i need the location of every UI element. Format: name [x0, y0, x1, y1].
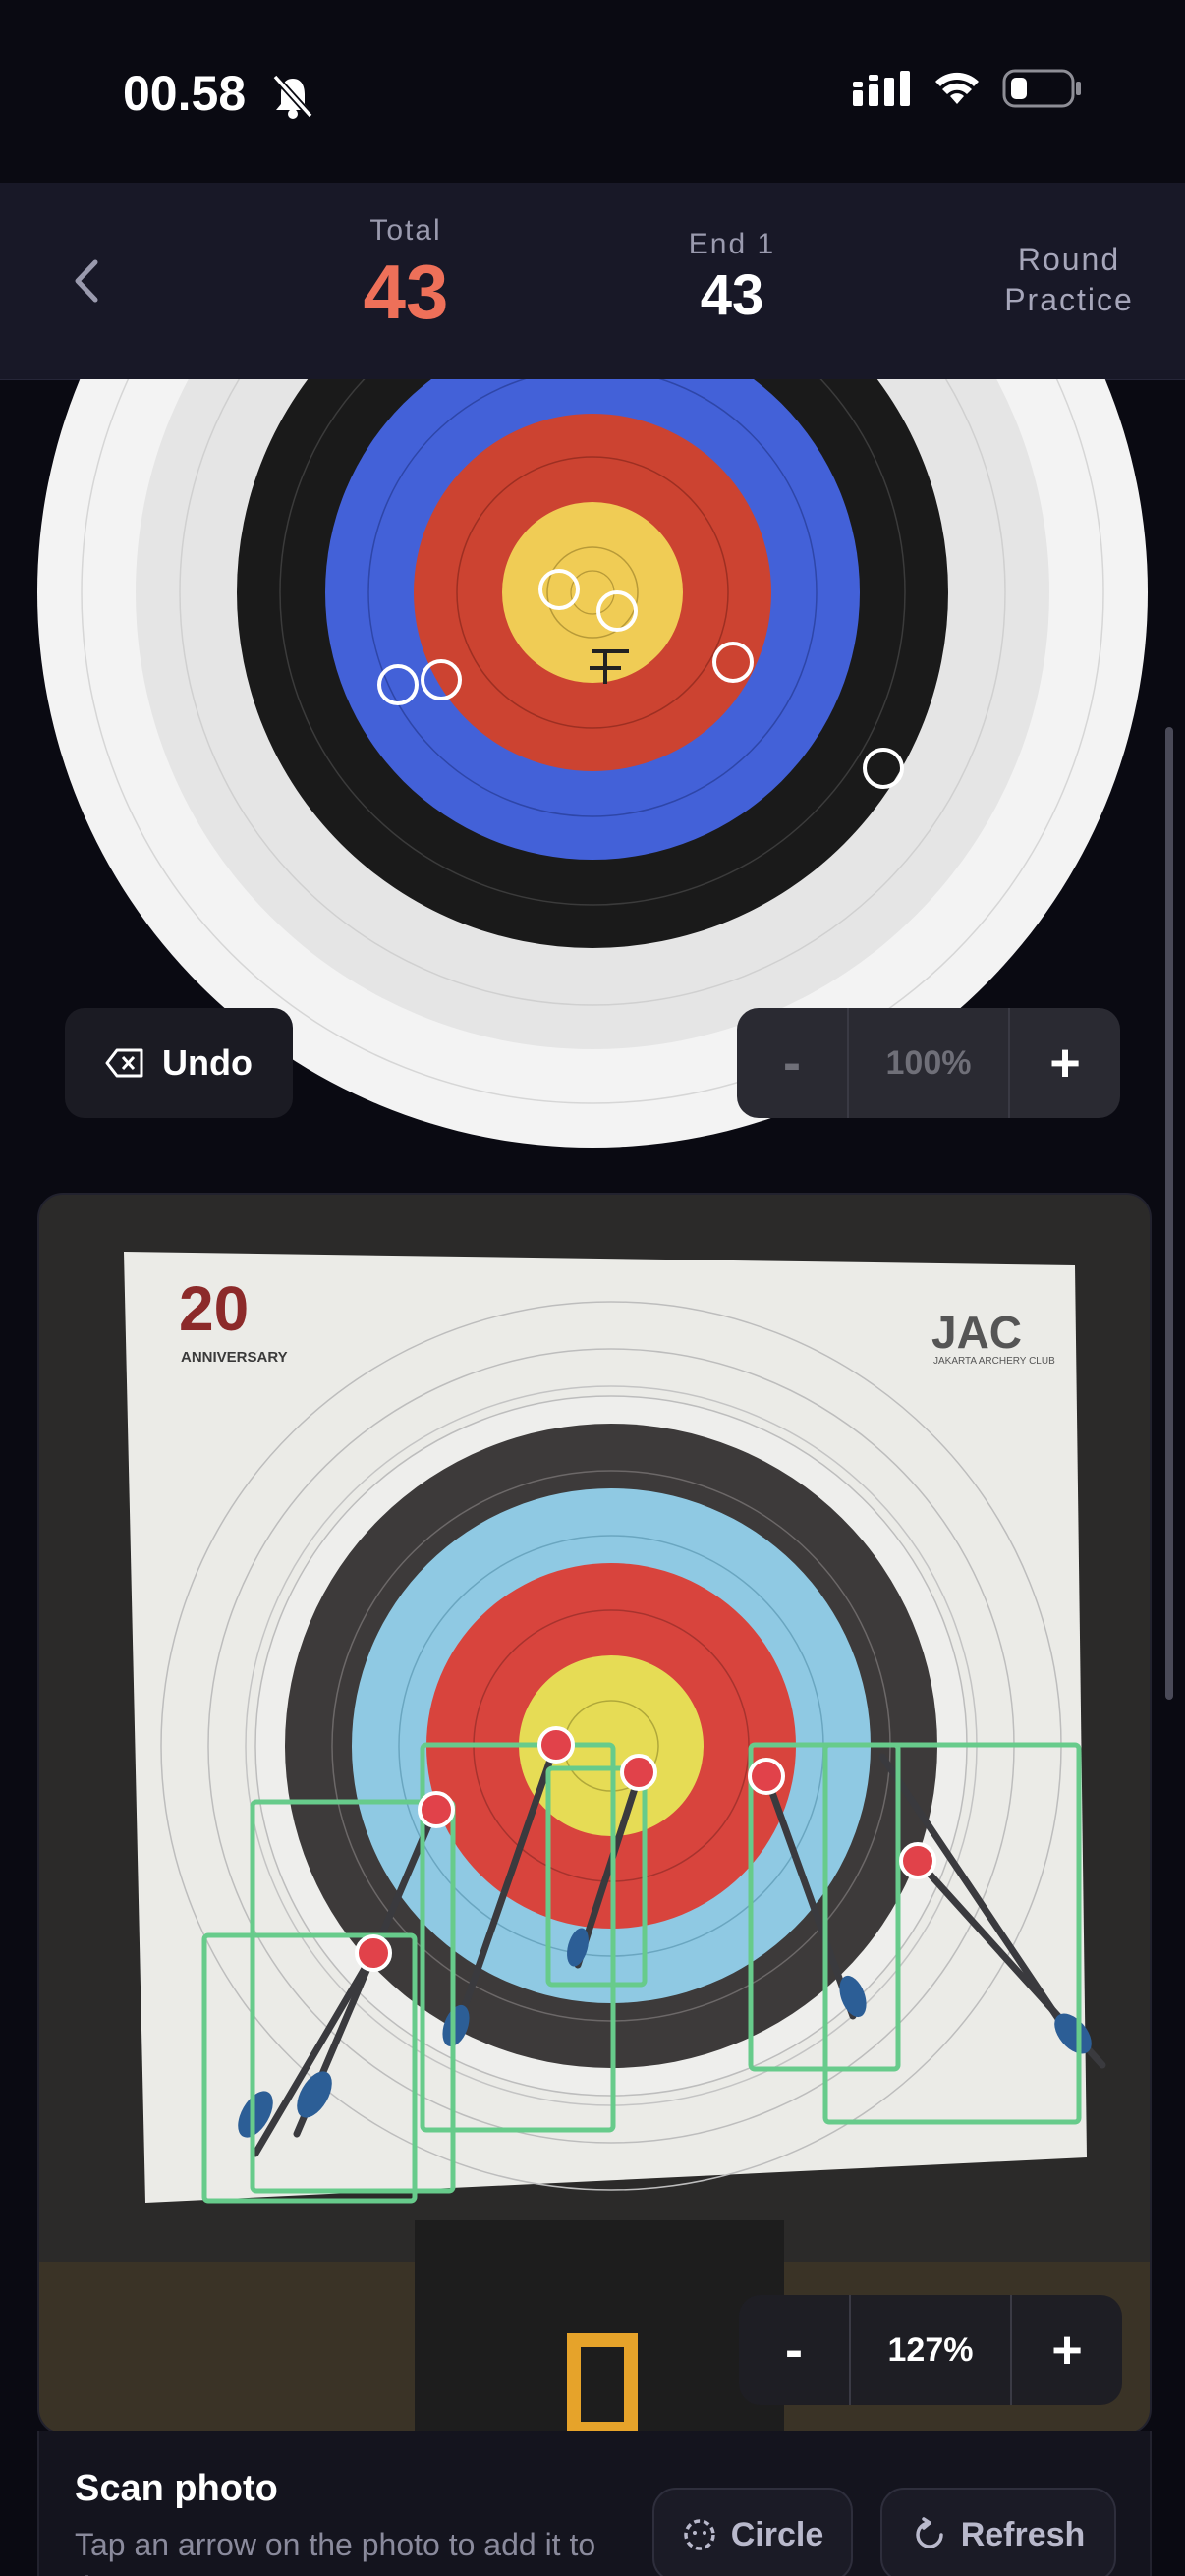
circle-button[interactable]: Circle	[652, 2488, 853, 2576]
round-stat[interactable]: Round Practice	[992, 242, 1146, 318]
scan-title: Scan photo	[75, 2468, 278, 2509]
target-zoom-control: - 100% +	[737, 1008, 1120, 1118]
target-zoom-value: 100%	[847, 1008, 1010, 1118]
wifi-icon	[935, 72, 979, 104]
backspace-icon	[105, 1048, 143, 1078]
refresh-button[interactable]: Refresh	[880, 2488, 1116, 2576]
svg-text:JAKARTA ARCHERY CLUB: JAKARTA ARCHERY CLUB	[933, 1356, 1055, 1367]
photo-zoom-value: 127%	[849, 2295, 1012, 2405]
scan-photo-section: Scan photo Tap an arrow on the photo to …	[37, 2431, 1152, 2576]
total-label: Total	[369, 214, 442, 247]
photo-zoom-out-button[interactable]: -	[739, 2295, 849, 2405]
app-screen: 00.58 Total 43 End 1 43 Round Practice U…	[0, 0, 1185, 2576]
scanned-photo[interactable]: 20 ANNIVERSARY JAC JAKARTA ARCHERY CLUB	[37, 1193, 1152, 2435]
svg-text:JAC: JAC	[931, 1307, 1022, 1358]
end-label: End 1	[688, 228, 776, 260]
status-time: 00.58	[123, 66, 247, 121]
round-label: Round	[1017, 242, 1121, 277]
round-value: Practice	[1004, 282, 1134, 317]
chevron-left-icon	[75, 259, 98, 303]
scrollbar[interactable]	[1165, 727, 1173, 1700]
scan-hint: Tap an arrow on the photo to add it to t…	[75, 2527, 596, 2576]
battery-icon	[1002, 69, 1081, 108]
circle-label: Circle	[730, 2515, 824, 2553]
photo-zoom-control: - 127% +	[739, 2295, 1122, 2405]
status-bar: 00.58	[0, 0, 1185, 183]
back-button[interactable]	[59, 244, 114, 318]
score-header: Total 43 End 1 43 Round Practice	[0, 183, 1185, 380]
end-value: 43	[700, 263, 764, 327]
target-zoom-out-button[interactable]: -	[737, 1008, 847, 1118]
bell-slash-icon	[272, 74, 313, 119]
svg-text:20: 20	[179, 1273, 249, 1344]
refresh-label: Refresh	[960, 2515, 1086, 2553]
svg-text:ANNIVERSARY: ANNIVERSARY	[181, 1349, 288, 1366]
total-stat: Total 43	[334, 214, 478, 330]
photo-image[interactable]: 20 ANNIVERSARY JAC JAKARTA ARCHERY CLUB	[39, 1195, 1150, 2433]
circle-dashed-icon	[684, 2519, 715, 2550]
end-stat: End 1 43	[668, 228, 796, 324]
target-zoom-in-button[interactable]: +	[1010, 1008, 1120, 1118]
undo-label: Undo	[162, 1042, 253, 1083]
undo-button[interactable]: Undo	[65, 1008, 293, 1118]
refresh-icon	[915, 2517, 943, 2548]
status-icons	[853, 69, 1083, 108]
photo-zoom-in-button[interactable]: +	[1012, 2295, 1122, 2405]
total-value: 43	[363, 249, 449, 335]
cellular-signal-icon	[853, 71, 910, 106]
